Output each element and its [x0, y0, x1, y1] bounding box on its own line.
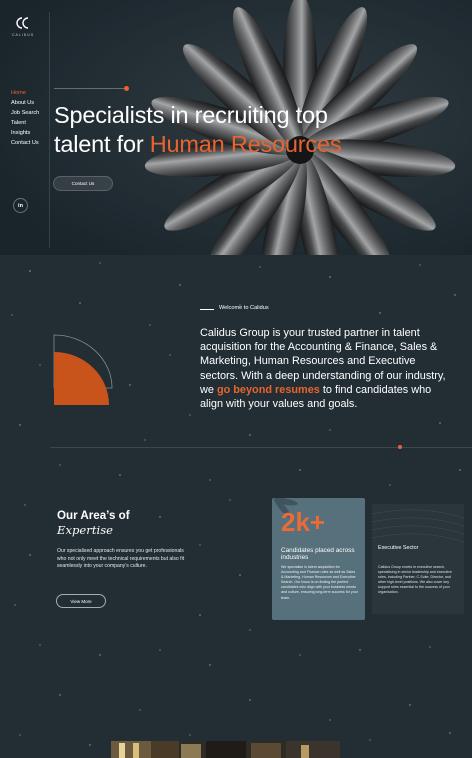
nav-item-contact-us[interactable]: Contact Us	[11, 138, 39, 148]
hero-section: CALIDUS Home About Us Job Search Talent …	[0, 0, 472, 255]
welcome-paragraph: Calidus Group is your trusted partner in…	[200, 326, 456, 411]
hero-left-rule	[49, 12, 50, 248]
candidates-stat-card[interactable]: 2k+ Candidates placed across industries …	[272, 498, 365, 620]
nav-item-job-search[interactable]: Job Search	[11, 108, 39, 118]
main-nav: Home About Us Job Search Talent Insights…	[11, 88, 39, 148]
hero-accent-dot	[124, 86, 129, 91]
stat-number: 2k+	[281, 507, 326, 537]
view-more-button[interactable]: View More	[56, 594, 106, 608]
nav-item-talent[interactable]: Talent	[11, 118, 39, 128]
calidus-logo[interactable]: CALIDUS	[12, 16, 34, 37]
hero-title-line1: Specialists in recruiting top	[54, 102, 328, 128]
stat-heading: Candidates placed across industries	[281, 547, 355, 562]
page: CALIDUS Home About Us Job Search Talent …	[0, 0, 472, 758]
expertise-title: Our Area’s of	[57, 509, 130, 522]
expertise-title-emphasis: Expertise	[57, 523, 114, 537]
card-pattern-decoration	[372, 509, 464, 543]
hero-title-line2: talent for	[54, 131, 150, 157]
welcome-rule	[200, 309, 214, 310]
welcome-text-accent: go beyond resumes	[216, 383, 320, 396]
sector-heading: Executive Sector	[378, 545, 419, 551]
hero-title-accent: Human Resources	[149, 131, 342, 157]
nav-item-insights[interactable]: Insights	[11, 128, 39, 138]
logo-mark-icon	[16, 17, 29, 29]
logo-wordmark: CALIDUS	[12, 33, 35, 37]
stat-body: We specialise in talent acquisition for …	[281, 565, 358, 600]
office-photo	[111, 741, 340, 758]
hero-title: Specialists in recruiting top talent for…	[54, 101, 434, 159]
hero-accent-rule	[54, 88, 126, 89]
nav-item-about-us[interactable]: About Us	[11, 98, 39, 108]
contact-us-button[interactable]: Contact Us	[53, 176, 113, 191]
sector-body: Calidus Group excels in executive search…	[378, 565, 452, 595]
nav-item-home[interactable]: Home	[11, 88, 39, 98]
section-divider	[50, 447, 472, 448]
expertise-description: Our specialised approach ensures you get…	[57, 548, 185, 570]
quarter-circle-graphic	[53, 334, 113, 405]
linkedin-icon[interactable]: in	[13, 198, 28, 213]
welcome-kicker: Welcome to Calidus	[219, 305, 269, 311]
executive-sector-card[interactable]: Executive Sector Calidus Group excels in…	[372, 504, 464, 614]
divider-accent-dot	[398, 445, 402, 449]
